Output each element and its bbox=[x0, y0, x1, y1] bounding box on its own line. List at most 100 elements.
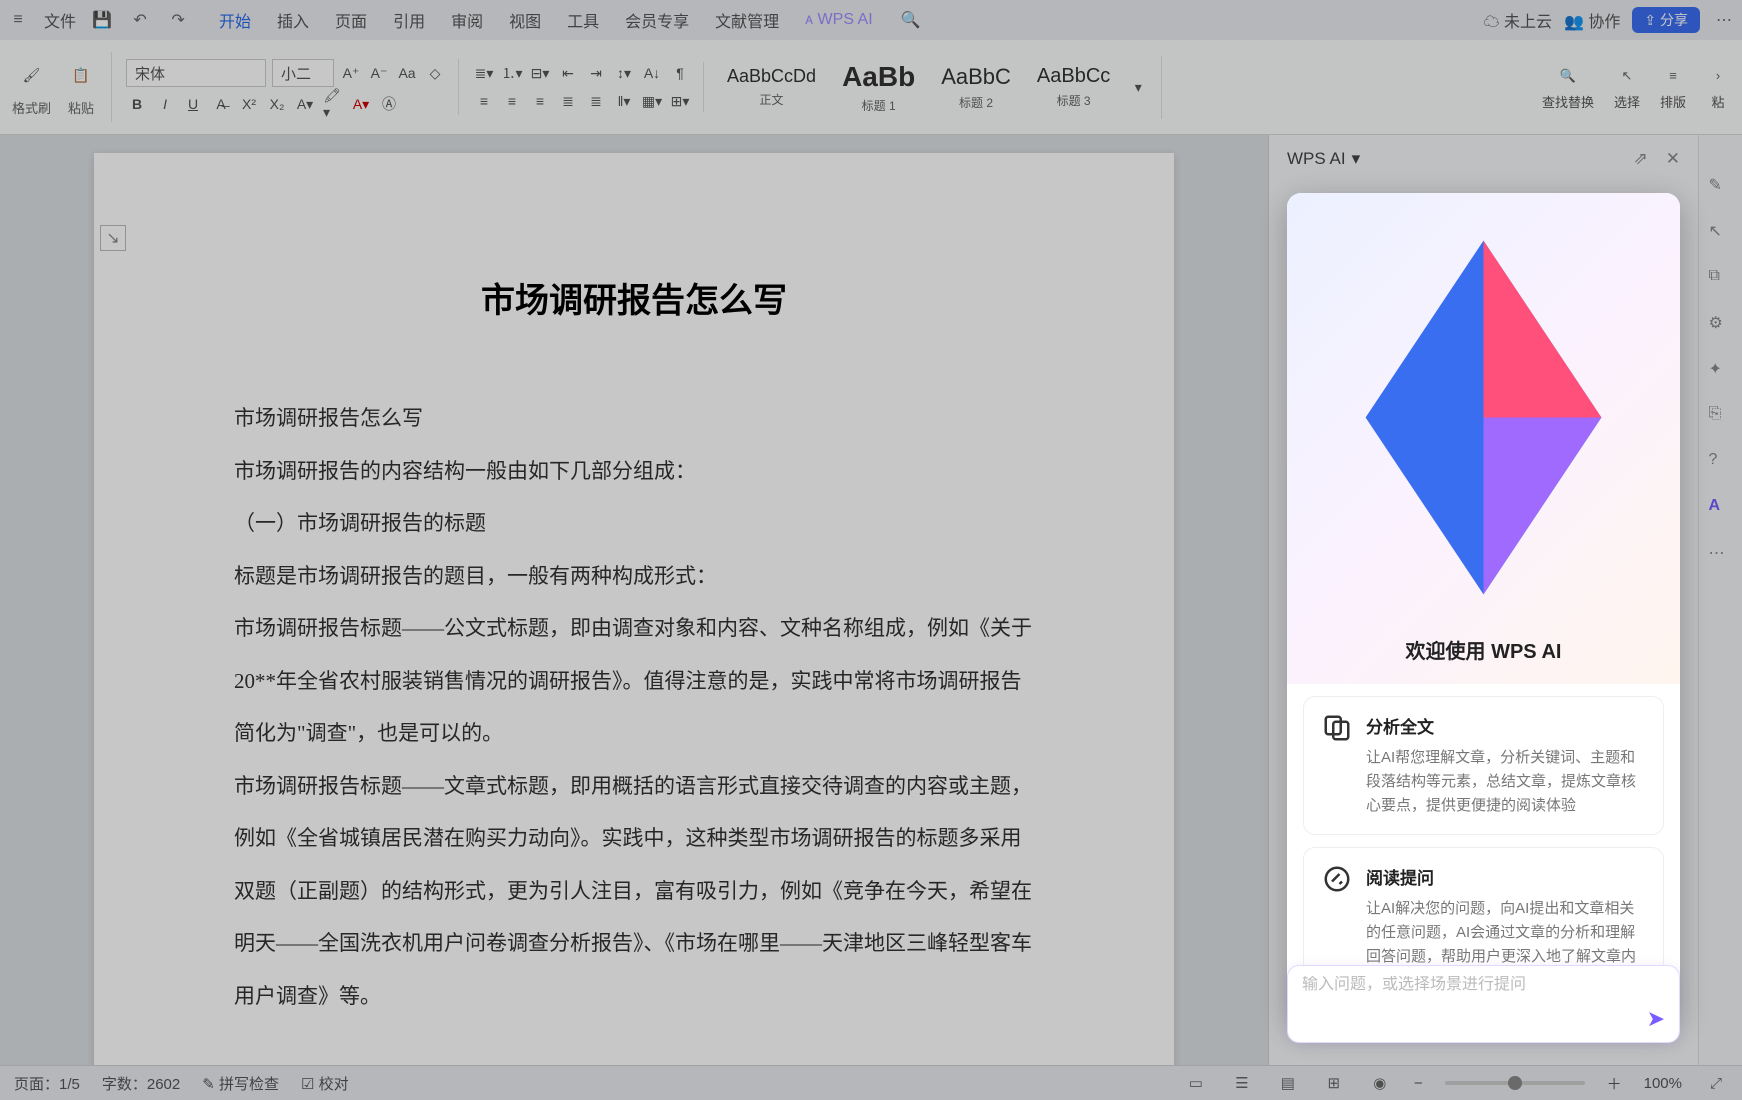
overflow-icon[interactable]: ⋯ bbox=[1709, 543, 1733, 567]
chevron-down-icon[interactable]: ▾ bbox=[1352, 149, 1361, 169]
underline-icon[interactable]: U bbox=[182, 93, 204, 115]
outline-handle[interactable]: ↘ bbox=[100, 225, 126, 251]
select-button[interactable]: ↖ 选择 bbox=[1614, 64, 1640, 111]
bullets-icon[interactable]: ≣▾ bbox=[473, 62, 495, 84]
undo-icon[interactable]: ↶ bbox=[128, 8, 152, 32]
font-name-select[interactable]: 宋体 bbox=[126, 59, 266, 87]
char-shading-icon[interactable]: Ⓐ bbox=[378, 93, 400, 115]
arrange-icon: ≡ bbox=[1661, 64, 1685, 88]
file-menu[interactable]: 文件 bbox=[44, 8, 76, 32]
arrange-button[interactable]: ≡ 排版 bbox=[1660, 64, 1686, 111]
document-page: ↘ 市场调研报告怎么写 市场调研报告怎么写 市场调研报告的内容结构一般由如下几部… bbox=[94, 153, 1174, 1065]
layers-icon[interactable]: ⧉ bbox=[1709, 267, 1733, 291]
send-icon[interactable]: ➤ bbox=[1647, 1006, 1665, 1032]
view-focus-icon[interactable]: ◉ bbox=[1368, 1071, 1392, 1095]
tab-start[interactable]: 开始 bbox=[219, 8, 251, 32]
ai-input-box[interactable]: ➤ bbox=[1287, 965, 1680, 1043]
line-height-icon[interactable]: ‖▾ bbox=[613, 90, 635, 112]
close-icon[interactable]: ✕ bbox=[1666, 149, 1680, 169]
zoom-out-icon[interactable]: − bbox=[1414, 1075, 1423, 1092]
grow-font-icon[interactable]: A⁺ bbox=[340, 62, 362, 84]
tab-view[interactable]: 视图 bbox=[509, 8, 541, 32]
paste-group[interactable]: 📋 粘贴 bbox=[65, 58, 97, 117]
fullscreen-icon[interactable]: ⤢ bbox=[1704, 1071, 1728, 1095]
align-center-icon[interactable]: ≡ bbox=[501, 90, 523, 112]
redo-icon[interactable]: ↷ bbox=[166, 8, 190, 32]
save-icon[interactable]: 💾 bbox=[90, 8, 114, 32]
show-marks-icon[interactable]: ¶ bbox=[669, 62, 691, 84]
pin-icon[interactable]: ⇗ bbox=[1634, 149, 1648, 169]
select-icon[interactable]: ↖ bbox=[1709, 221, 1733, 245]
share-button[interactable]: ⇪ 分享 bbox=[1632, 7, 1700, 33]
document-canvas[interactable]: ↘ 市场调研报告怎么写 市场调研报告怎么写 市场调研报告的内容结构一般由如下几部… bbox=[0, 135, 1268, 1065]
view-page-icon[interactable]: ▭ bbox=[1184, 1071, 1208, 1095]
bold-icon[interactable]: B bbox=[126, 93, 148, 115]
indent-icon[interactable]: ⇥ bbox=[585, 62, 607, 84]
subscript-icon[interactable]: X₂ bbox=[266, 93, 288, 115]
text-effect-icon[interactable]: A▾ bbox=[294, 93, 316, 115]
search-icon[interactable]: 🔍 bbox=[899, 8, 923, 32]
font-color-icon[interactable]: A▾ bbox=[350, 93, 372, 115]
help-icon[interactable]: ? bbox=[1709, 451, 1733, 475]
tab-insert[interactable]: 插入 bbox=[277, 8, 309, 32]
status-page[interactable]: 页面：1/5 bbox=[14, 1073, 80, 1094]
sort-icon[interactable]: A↓ bbox=[641, 62, 663, 84]
view-web-icon[interactable]: ⊞ bbox=[1322, 1071, 1346, 1095]
numbering-icon[interactable]: ⒈▾ bbox=[501, 62, 523, 84]
more-icon[interactable]: ⋯ bbox=[1712, 8, 1736, 32]
shading-icon[interactable]: ▦▾ bbox=[641, 90, 663, 112]
change-case-icon[interactable]: Aa bbox=[396, 62, 418, 84]
find-replace-button[interactable]: 🔍 查找替换 bbox=[1542, 64, 1594, 111]
format-painter-group[interactable]: 🖌 格式刷 bbox=[12, 58, 51, 117]
outdent-icon[interactable]: ⇤ bbox=[557, 62, 579, 84]
align-distribute-icon[interactable]: ≣ bbox=[585, 90, 607, 112]
italic-icon[interactable]: I bbox=[154, 93, 176, 115]
strike-icon[interactable]: A̶ bbox=[210, 93, 232, 115]
ai-text-input[interactable] bbox=[1302, 976, 1629, 994]
borders-icon[interactable]: ⊞▾ bbox=[669, 90, 691, 112]
zoom-in-icon[interactable]: ＋ bbox=[1607, 1073, 1622, 1094]
clear-format-icon[interactable]: ◇ bbox=[424, 62, 446, 84]
magnifier-icon: 🔍 bbox=[1556, 64, 1580, 88]
document-body[interactable]: 市场调研报告怎么写 市场调研报告的内容结构一般由如下几部分组成： （一）市场调研… bbox=[234, 392, 1034, 1022]
line-spacing-icon[interactable]: ↕▾ bbox=[613, 62, 635, 84]
status-proof[interactable]: ☑ 校对 bbox=[301, 1073, 349, 1094]
view-read-icon[interactable]: ▤ bbox=[1276, 1071, 1300, 1095]
view-outline-icon[interactable]: ☰ bbox=[1230, 1071, 1254, 1095]
tab-review[interactable]: 审阅 bbox=[451, 8, 483, 32]
ribbon-more[interactable]: › 粘 bbox=[1706, 64, 1730, 111]
align-justify-icon[interactable]: ≣ bbox=[557, 90, 579, 112]
status-spell[interactable]: ✎ 拼写检查 bbox=[202, 1073, 279, 1094]
sparkle-icon[interactable]: ✦ bbox=[1709, 359, 1733, 383]
shrink-font-icon[interactable]: A⁻ bbox=[368, 62, 390, 84]
ai-a-icon[interactable]: A bbox=[1709, 497, 1733, 521]
zoom-slider[interactable] bbox=[1445, 1081, 1585, 1085]
edit-icon[interactable]: ✎ bbox=[1709, 175, 1733, 199]
style-h3[interactable]: AaBbCc 标题 3 bbox=[1028, 60, 1119, 114]
cloud-status[interactable]: ☁ 未上云 bbox=[1484, 8, 1552, 32]
bookmark-icon[interactable]: ⎘ bbox=[1709, 405, 1733, 429]
chevron-right-icon: › bbox=[1706, 64, 1730, 88]
style-body[interactable]: AaBbCcDd 正文 bbox=[718, 61, 825, 113]
tab-tools[interactable]: 工具 bbox=[567, 8, 599, 32]
tab-member[interactable]: 会员专享 bbox=[625, 8, 689, 32]
app-menu-icon[interactable]: ≡ bbox=[6, 8, 30, 32]
styles-more-icon[interactable]: ▾ bbox=[1127, 76, 1149, 98]
tab-wpsai[interactable]: ᴀ WPS AI bbox=[805, 11, 873, 29]
highlight-icon[interactable]: 🖍▾ bbox=[322, 93, 344, 115]
settings-icon[interactable]: ⚙ bbox=[1709, 313, 1733, 337]
font-size-select[interactable]: 小二 bbox=[272, 59, 334, 87]
superscript-icon[interactable]: X² bbox=[238, 93, 260, 115]
align-left-icon[interactable]: ≡ bbox=[473, 90, 495, 112]
align-right-icon[interactable]: ≡ bbox=[529, 90, 551, 112]
status-words[interactable]: 字数：2602 bbox=[102, 1073, 180, 1094]
collab-button[interactable]: 👥 协作 bbox=[1564, 8, 1620, 32]
zoom-value[interactable]: 100% bbox=[1644, 1075, 1682, 1092]
tab-reference[interactable]: 引用 bbox=[393, 8, 425, 32]
ai-card-analyze[interactable]: 分析全文 让AI帮您理解文章，分析关键词、主题和段落结构等元素，总结文章，提炼文… bbox=[1303, 696, 1664, 835]
style-h1[interactable]: AaBb 标题 1 bbox=[833, 56, 924, 119]
tab-refs[interactable]: 文献管理 bbox=[715, 8, 779, 32]
multilevel-icon[interactable]: ⊟▾ bbox=[529, 62, 551, 84]
tab-page[interactable]: 页面 bbox=[335, 8, 367, 32]
style-h2[interactable]: AaBbC 标题 2 bbox=[932, 59, 1020, 116]
